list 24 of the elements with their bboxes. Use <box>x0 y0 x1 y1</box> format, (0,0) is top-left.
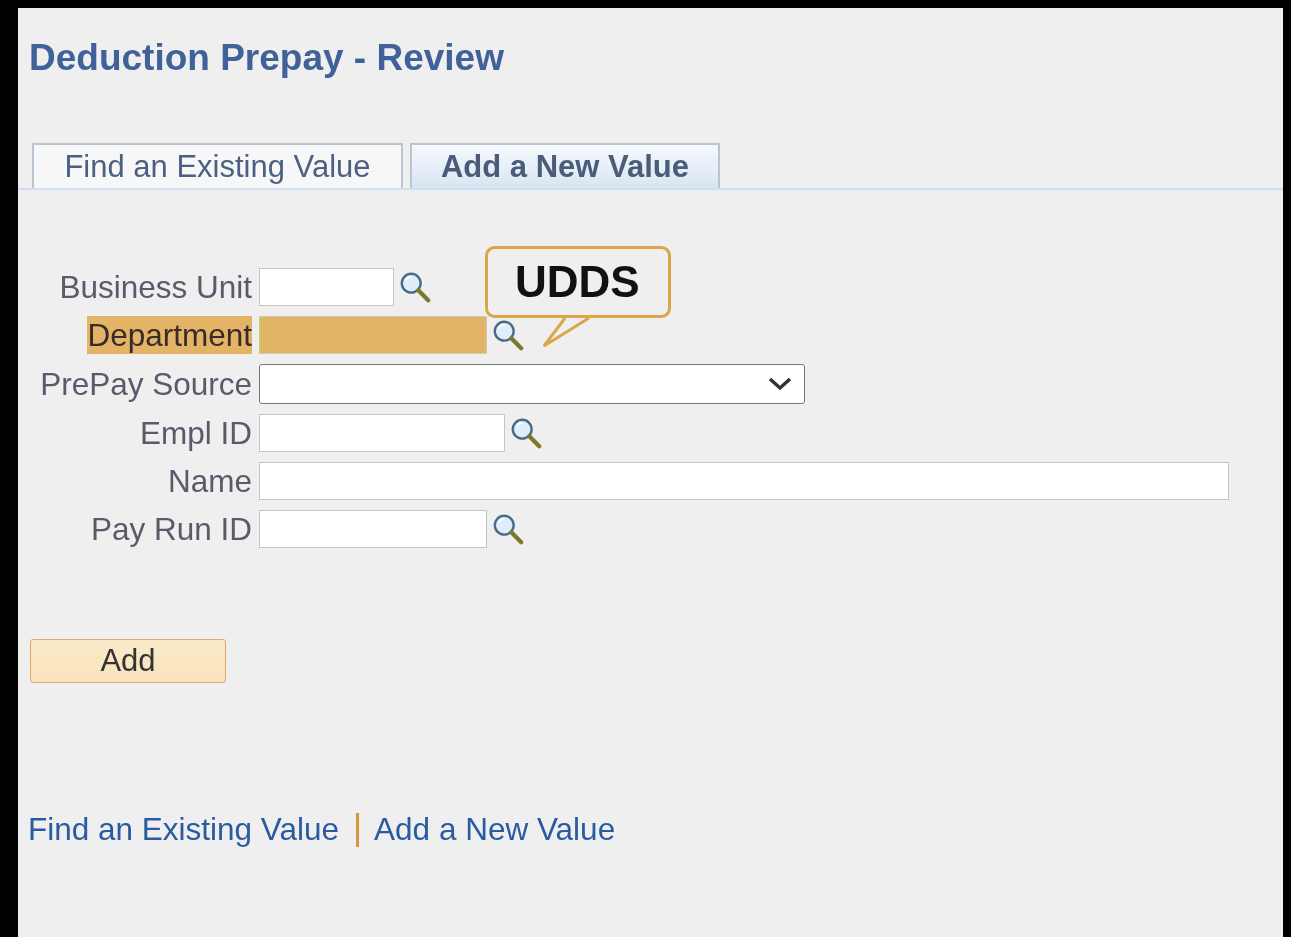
callout-text: UDDS <box>515 258 640 306</box>
input-field[interactable] <box>259 414 505 452</box>
link[interactable]: Find an Existing Value <box>28 811 340 848</box>
field-label: Empl ID <box>139 414 252 452</box>
field-label: Department <box>87 316 252 354</box>
tab[interactable]: Add a New Value <box>410 143 720 188</box>
input-field[interactable] <box>259 510 487 548</box>
field-label: Name <box>167 462 252 500</box>
field-label: Business Unit <box>59 268 252 306</box>
page-title: Deduction Prepay - Review <box>28 36 505 80</box>
input-field[interactable] <box>259 316 487 354</box>
search-icon[interactable] <box>509 416 543 450</box>
field-label: Pay Run ID <box>90 510 252 548</box>
search-icon[interactable] <box>491 512 525 546</box>
input-field[interactable] <box>259 462 1229 500</box>
field-label: PrePay Source <box>40 365 252 403</box>
tab[interactable]: Find an Existing Value <box>32 143 403 188</box>
search-icon[interactable] <box>491 318 525 352</box>
chevron-down-icon <box>768 377 792 391</box>
add-button[interactable]: Add <box>30 639 226 683</box>
search-icon[interactable] <box>398 270 432 304</box>
input-field[interactable] <box>259 268 394 306</box>
dropdown-field[interactable] <box>259 364 805 404</box>
link[interactable]: Add a New Value <box>374 811 616 848</box>
